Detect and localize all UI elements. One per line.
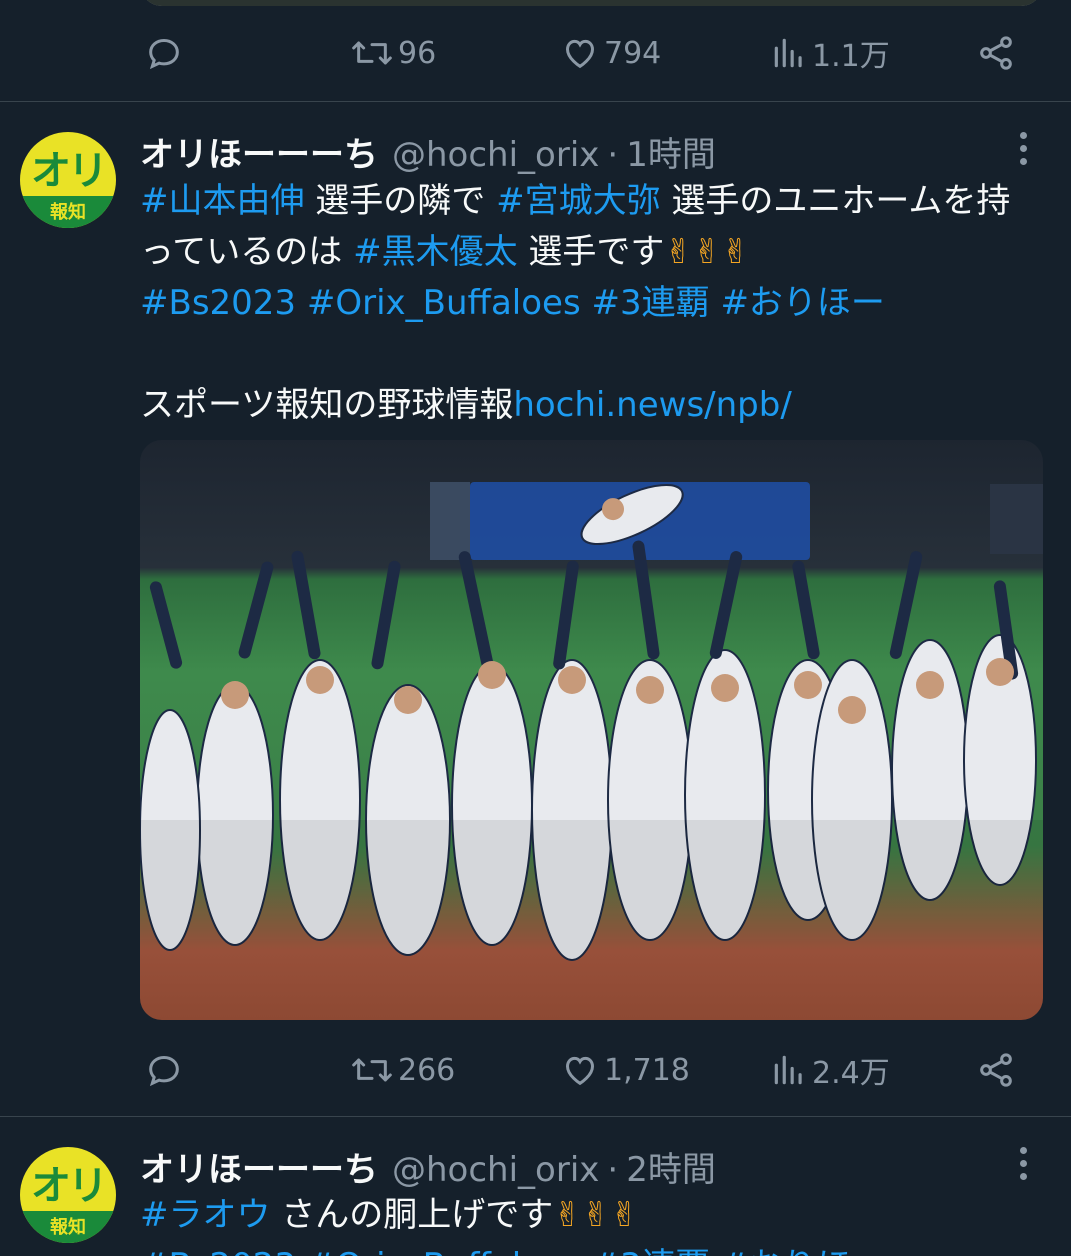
like-button[interactable]: 1,718 (560, 1050, 690, 1090)
avatar-logo-text: オリ (31, 148, 108, 194)
hashtag[interactable]: #宮城大弥 (496, 181, 661, 221)
views-count: 2.4万 (812, 1056, 890, 1091)
previous-tweet-media[interactable] (140, 0, 1043, 6)
separator: · (607, 135, 619, 175)
timestamp[interactable]: 1時間 (626, 127, 716, 176)
reply-button[interactable] (144, 33, 184, 73)
retweet-icon (352, 41, 392, 65)
link[interactable]: hochi.news/npb/ (513, 385, 791, 425)
share-button[interactable] (976, 33, 1016, 73)
user-handle[interactable]: @hochi_orix (392, 135, 599, 175)
hashtag[interactable]: #山本由伸 (140, 181, 305, 221)
more-button[interactable] (1006, 1143, 1040, 1183)
separator: · (607, 1150, 619, 1190)
hashtag[interactable]: #Bs2023 (140, 283, 296, 323)
retweet-button[interactable]: 266 (350, 1050, 455, 1090)
photo-illustration (140, 482, 1043, 1020)
hashtag-line-cut[interactable]: #Bs2023 #Orix_Buffaloes #3連覇 #おりほー (140, 1246, 885, 1256)
retweet-icon (352, 1058, 392, 1082)
tweet-header: オリほーーーち @hochi_orix · 2時間 (140, 1142, 716, 1191)
retweet-count: 96 (398, 35, 437, 71)
like-count: 794 (604, 35, 662, 71)
victory-hand-emoji: ✌✌✌ (553, 1195, 639, 1235)
display-name[interactable]: オリほーーーち (140, 127, 378, 176)
text-segment: 選手です (517, 232, 665, 272)
heart-icon (565, 39, 595, 69)
user-handle[interactable]: @hochi_orix (392, 1150, 599, 1190)
views-button[interactable]: 2.4万 (770, 1048, 890, 1092)
hashtag[interactable]: #おりほー (720, 283, 885, 323)
tweet-text: #山本由伸 選手の隣で #宮城大弥 選手のユニホームを持っているのは #黒木優太… (140, 176, 1040, 431)
reply-icon (149, 38, 179, 70)
hashtag[interactable]: #ラオウ (140, 1195, 271, 1235)
more-button[interactable] (1006, 128, 1040, 168)
hashtag[interactable]: #Orix_Buffaloes (307, 283, 581, 323)
text-segment: スポーツ報知の野球情報 (140, 385, 514, 425)
tweet-actions: 96 794 1.1万 (140, 28, 1020, 78)
views-icon (774, 38, 802, 68)
retweet-count: 266 (398, 1052, 456, 1088)
views-button[interactable]: 1.1万 (770, 31, 890, 75)
more-icon (1019, 131, 1027, 139)
tweet-actions: 266 1,718 2.4万 (140, 1045, 1020, 1095)
share-icon (980, 1053, 1012, 1087)
timestamp[interactable]: 2時間 (626, 1142, 716, 1191)
text-segment: さんの胴上げです (270, 1195, 554, 1235)
avatar[interactable]: オリ 報知 (20, 1147, 116, 1243)
divider (0, 101, 1071, 102)
divider (0, 1116, 1071, 1117)
reply-icon (149, 1055, 179, 1087)
avatar-logo-text: オリ (31, 1163, 108, 1209)
share-button[interactable] (976, 1050, 1016, 1090)
like-count: 1,718 (604, 1052, 690, 1088)
avatar-logo-subtext: 報知 (20, 1211, 116, 1243)
like-button[interactable]: 794 (560, 33, 661, 73)
avatar[interactable]: オリ 報知 (20, 132, 116, 228)
share-icon (980, 36, 1012, 70)
display-name[interactable]: オリほーーーち (140, 1142, 378, 1191)
retweet-button[interactable]: 96 (350, 33, 436, 73)
tweet-header: オリほーーーち @hochi_orix · 1時間 (140, 127, 716, 176)
views-count: 1.1万 (812, 39, 890, 74)
hashtag[interactable]: #3連覇 (592, 283, 710, 323)
more-icon (1019, 1146, 1027, 1154)
views-icon (774, 1055, 802, 1085)
avatar-logo-subtext: 報知 (20, 196, 116, 228)
text-segment: 選手の隣で (304, 181, 497, 221)
victory-hand-emoji: ✌✌✌ (664, 232, 750, 272)
tweet-text: #ラオウ さんの胴上げです✌✌✌ #Bs2023 #Orix_Buffaloes… (140, 1190, 1040, 1256)
heart-icon (565, 1056, 595, 1086)
tweet-photo[interactable] (140, 440, 1043, 1020)
hashtag[interactable]: #黒木優太 (353, 232, 518, 272)
reply-button[interactable] (144, 1050, 184, 1090)
